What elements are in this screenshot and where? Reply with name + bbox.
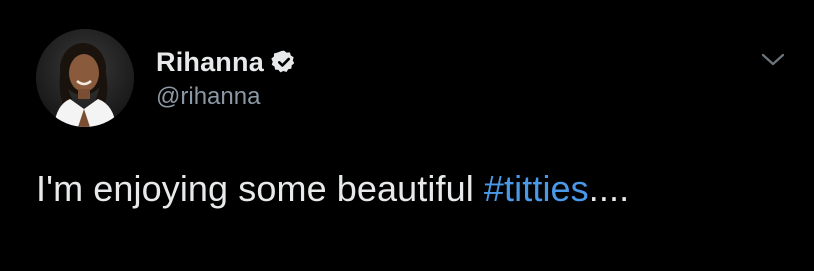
tweet-card: Rihanna @rihanna I'm enjoying some beaut… (0, 0, 814, 271)
username-handle[interactable]: @rihanna (156, 83, 260, 111)
avatar[interactable] (36, 29, 134, 127)
avatar-photo (36, 29, 134, 127)
tweet-text-start: I'm enjoying some beautiful (36, 168, 484, 209)
hashtag-link[interactable]: #titties (484, 168, 589, 209)
display-name[interactable]: Rihanna (156, 47, 264, 78)
name-row: Rihanna (156, 46, 297, 78)
tweet-text-end: .... (588, 168, 630, 209)
verified-badge-icon (271, 49, 297, 75)
tweet-text: I'm enjoying some beautiful #titties.... (36, 168, 629, 210)
chevron-down-icon[interactable] (760, 50, 786, 70)
